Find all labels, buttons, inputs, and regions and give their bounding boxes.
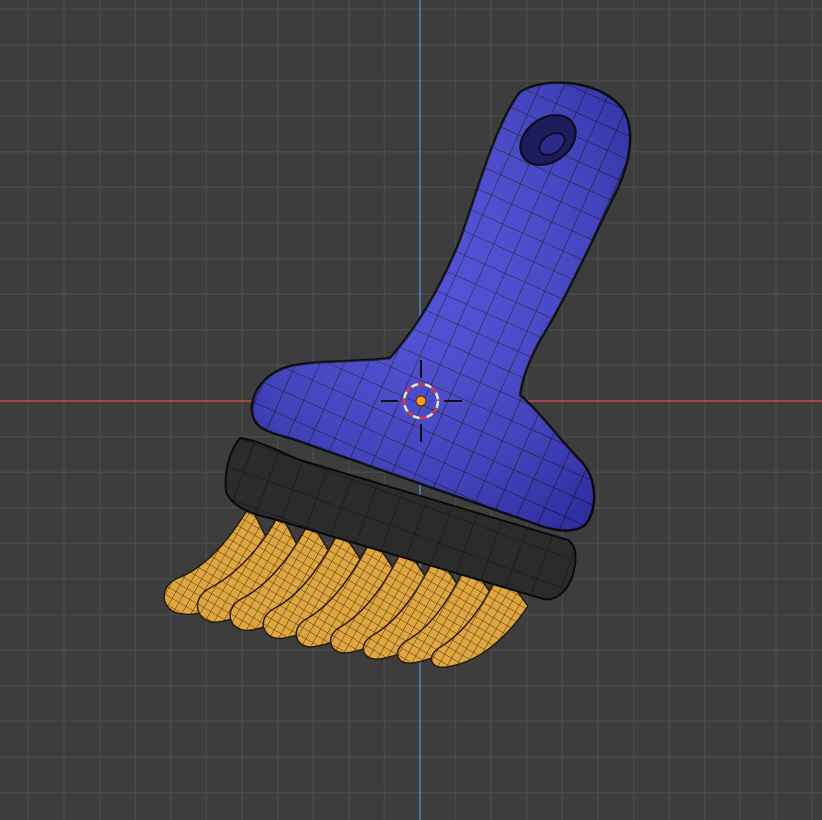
brush-model[interactable] — [163, 81, 632, 669]
object-origin-dot[interactable] — [415, 395, 427, 407]
3d-viewport[interactable] — [0, 0, 822, 820]
